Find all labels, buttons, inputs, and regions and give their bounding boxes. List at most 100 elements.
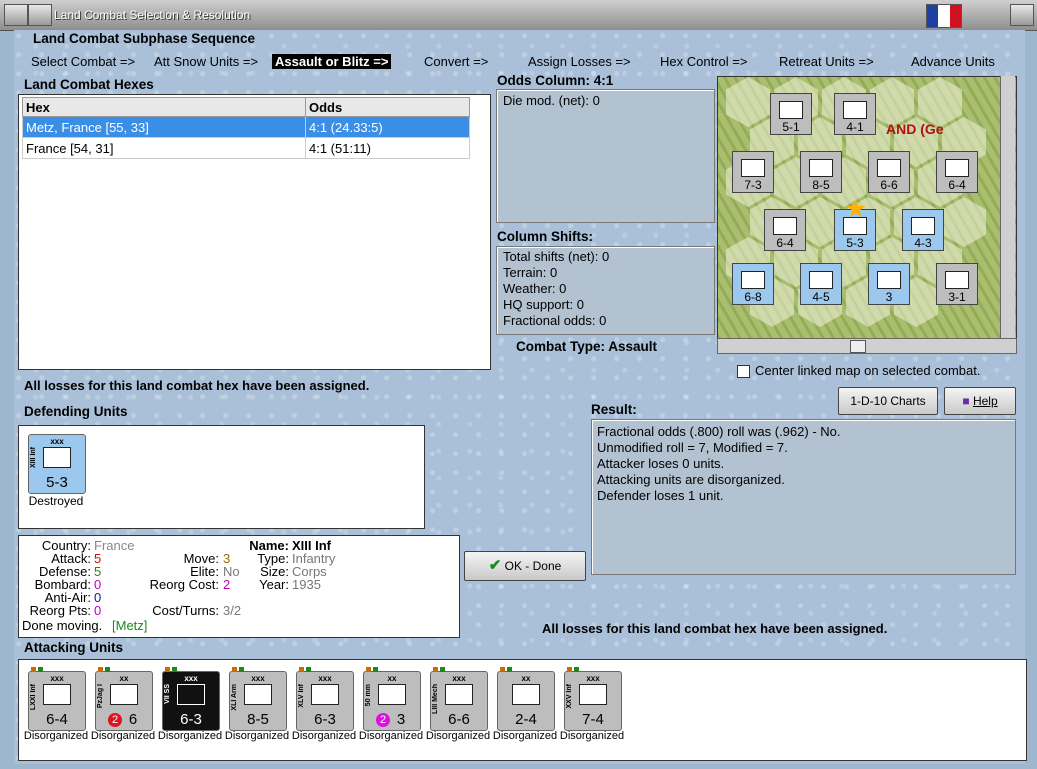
france-flag-icon — [926, 4, 962, 28]
status-dot-icon — [306, 667, 311, 672]
status-dot-icon — [366, 667, 371, 672]
center-map-label: Center linked map on selected combat. — [755, 363, 981, 378]
col-hex[interactable]: Hex — [22, 97, 306, 117]
step-assault-or-blitz[interactable]: Assault or Blitz => — [272, 54, 392, 69]
result-line: Attacker loses 0 units. — [597, 456, 725, 471]
map-unit-strength: 4-3 — [914, 236, 932, 250]
help-book-icon: ■ — [962, 394, 970, 408]
system-menu-button[interactable] — [4, 4, 28, 26]
map-unit[interactable]: 5-1 — [770, 93, 812, 135]
status-dot-icon — [507, 667, 512, 672]
unit-size: xxx — [50, 437, 64, 446]
status-dot-icon — [98, 667, 103, 672]
step-convert[interactable]: Convert => — [424, 54, 488, 69]
status-dot-icon — [500, 667, 505, 672]
checkmark-icon: ✔ — [488, 557, 502, 574]
unit-symbol-icon — [512, 684, 540, 705]
unit-status: Disorganized — [358, 730, 424, 742]
attacking-unit-counter[interactable]: xxx XXV Inf 7-4 — [564, 667, 622, 731]
unit-size: xx — [521, 674, 531, 683]
unit-name: XLI Arm — [231, 684, 238, 711]
status-dot-icon — [433, 667, 438, 672]
status-dot-icon — [574, 667, 579, 672]
attacking-header: Attacking Units — [24, 640, 124, 655]
step-advance-units[interactable]: Advance Units — [911, 54, 995, 69]
close-button[interactable] — [1010, 4, 1034, 26]
result-line: Unmodified roll = 7, Modified = 7. — [597, 440, 788, 455]
charts-button[interactable]: 1-D-10 Charts — [838, 387, 938, 415]
unit-info-panel: Country: France Attack: 5 Defense: 5 Bom… — [18, 535, 460, 638]
map-unit[interactable]: 7-3 — [732, 151, 774, 193]
unit-name: 50 mm — [365, 684, 372, 707]
attacking-unit-counter[interactable]: xxx LIII Mech 6-6 — [430, 667, 488, 731]
help-button[interactable]: ■ Help — [944, 387, 1016, 415]
unit-strength: 6-6 — [448, 711, 470, 728]
unit-status: Disorganized — [291, 730, 357, 742]
shift-total: Total shifts (net): 0 — [503, 249, 610, 264]
step-assign-losses[interactable]: Assign Losses => — [528, 54, 631, 69]
status-dot-icon — [172, 667, 177, 672]
unit-name: PzJag I — [97, 684, 104, 709]
map-unit-strength: 3 — [885, 290, 893, 304]
attacking-unit-counter[interactable]: xxx XLI Arm 8-5 — [229, 667, 287, 731]
map-hscrollbar[interactable] — [717, 338, 1017, 354]
map-unit[interactable]: 6-4 — [764, 209, 806, 251]
map-vscrollbar[interactable] — [1000, 76, 1015, 338]
hexes-header: Land Combat Hexes — [24, 77, 154, 92]
map-unit[interactable]: 4-5 — [800, 263, 842, 305]
col-odds[interactable]: Odds — [305, 97, 470, 117]
status-dot-icon — [567, 667, 572, 672]
hexes-list[interactable]: Hex Odds Metz, France [55, 33] 4:1 (24.33:… — [18, 94, 491, 370]
year-value: 1935 — [292, 577, 321, 592]
step-select-combat[interactable]: Select Combat => — [31, 54, 135, 69]
map-unit[interactable]: 6-8 — [732, 263, 774, 305]
result-header: Result: — [591, 402, 637, 417]
attacking-unit-counter[interactable]: xx 50 mm 2 3 — [363, 667, 421, 731]
table-row[interactable]: France [54, 31] 4:1 (51:11) — [22, 137, 470, 159]
unit-symbol-icon — [43, 684, 71, 705]
map-unit[interactable]: 6-6 — [868, 151, 910, 193]
unit-status: Destroyed — [28, 494, 84, 508]
unit-status: Disorganized — [559, 730, 625, 742]
unit-symbol-icon — [311, 684, 339, 705]
unit-size: xxx — [50, 674, 64, 683]
step-retreat-units[interactable]: Retreat Units => — [779, 54, 874, 69]
attacking-unit-counter[interactable]: xxx LXXI Inf 6-4 — [28, 667, 86, 731]
shifts-header: Column Shifts: — [497, 229, 593, 244]
map-unit[interactable]: 4-1 — [834, 93, 876, 135]
map-unit[interactable]: 3-1 — [936, 263, 978, 305]
unit-size: xx — [387, 674, 397, 683]
linked-map[interactable]: AND (Ge 5-1 4-1 7-3 8-5 6-6 6-4 6-4 5-3 … — [717, 76, 1017, 340]
center-map-checkbox[interactable] — [737, 365, 750, 378]
unit-size: xxx — [452, 674, 466, 683]
table-row[interactable]: Metz, France [55, 33] 4:1 (24.33:5) — [22, 116, 470, 138]
defending-unit-counter[interactable]: xxx XIII Inf 5-3 — [28, 434, 86, 494]
map-unit[interactable]: 4-3 — [902, 209, 944, 251]
help-label: Help — [972, 394, 998, 408]
attacking-unit-counter[interactable]: xx 2-4 — [497, 667, 555, 731]
map-unit-strength: 6-4 — [776, 236, 794, 250]
map-unit[interactable]: 3 — [868, 263, 910, 305]
step-att-snow-units[interactable]: Att Snow Units => — [154, 54, 258, 69]
attacking-unit-counter[interactable]: xxx XLV Inf 6-3 — [296, 667, 354, 731]
status-dot-icon — [165, 667, 170, 672]
shift-hq: HQ support: 0 — [503, 297, 584, 312]
unit-status: Disorganized — [157, 730, 223, 742]
map-unit[interactable]: 6-4 — [936, 151, 978, 193]
unit-size: xxx — [586, 674, 600, 683]
losses-message-bottom: All losses for this land combat hex have… — [542, 621, 888, 636]
unit-strength: 5-3 — [46, 474, 68, 491]
attacking-unit-counter[interactable]: xx PzJag I26 — [95, 667, 153, 731]
unit-symbol-icon — [244, 684, 272, 705]
ok-done-button[interactable]: ✔ OK - Done — [464, 551, 586, 581]
map-hscroll-thumb[interactable] — [850, 340, 866, 353]
unit-status: Disorganized — [492, 730, 558, 742]
attacking-unit-counter[interactable]: xxx VII SS 6-3 — [162, 667, 220, 731]
losses-message-top: All losses for this land combat hex have… — [24, 378, 370, 393]
hex-cell: Metz, France [55, 33] — [22, 116, 306, 138]
step-hex-control[interactable]: Hex Control => — [660, 54, 747, 69]
minimize-button[interactable] — [28, 4, 52, 26]
map-unit-selected[interactable]: 5-3 — [834, 209, 876, 251]
map-unit[interactable]: 8-5 — [800, 151, 842, 193]
status-dot-icon — [38, 667, 43, 672]
